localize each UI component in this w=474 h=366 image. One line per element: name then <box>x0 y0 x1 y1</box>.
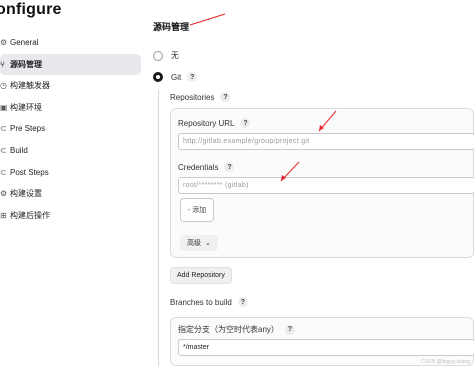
section-title-scm: 源码管理 <box>153 22 190 32</box>
sidebar-item-label: 构建设置 <box>10 189 42 199</box>
settings-icon: ⚙ <box>0 189 8 199</box>
branch-specifier-label-text: 指定分支（为空时代表any） <box>178 325 279 334</box>
code-branch-icon: ⑂ <box>0 59 5 69</box>
chevron-down-icon: ⌄ <box>205 240 211 247</box>
gear-icon: ⚙ <box>0 38 8 47</box>
scm-option-git[interactable]: Git ? <box>153 72 198 82</box>
credentials-label-text: Credentials <box>178 162 219 172</box>
scm-option-none[interactable]: 无 <box>153 50 179 61</box>
help-icon[interactable]: ? <box>240 118 251 128</box>
advanced-button[interactable]: 高级 ⌄ <box>180 235 218 251</box>
repository-url-input[interactable]: http://gitlab.example/group/project.git <box>178 133 474 150</box>
environment-icon: ▣ <box>0 102 8 112</box>
sidebar-item-post-steps[interactable]: ⊂ Post Steps <box>0 162 141 183</box>
help-icon[interactable]: ? <box>284 324 295 335</box>
sidebar-item-label: 源码管理 <box>10 59 42 69</box>
advanced-label: 高级 <box>187 240 201 247</box>
sidebar-item-label: Pre Steps <box>10 124 46 134</box>
sidebar-item-triggers[interactable]: ◷ 构建触发器 <box>0 75 141 96</box>
radio-none-label: 无 <box>171 51 179 60</box>
sidebar-item-post-build[interactable]: ⊞ 构建后操作 <box>0 205 141 226</box>
sidebar-item-environment[interactable]: ▣ 构建环境 <box>0 97 141 118</box>
git-section-rail <box>158 90 159 366</box>
sidebar-item-label: 构建后操作 <box>10 210 50 220</box>
branches-label-text: Branches to build <box>170 297 232 307</box>
add-credentials-button[interactable]: - 添加 <box>180 198 214 222</box>
help-icon[interactable]: ? <box>187 72 198 82</box>
help-icon[interactable]: ? <box>224 162 235 172</box>
main-content: 源码管理 无 Git ? Repositories ? Repository U… <box>150 0 474 366</box>
repositories-label-text: Repositories <box>170 92 215 102</box>
sidebar-item-label: Build <box>10 145 28 155</box>
add-repository-button[interactable]: Add Repository <box>170 267 232 284</box>
sidebar-item-scm[interactable]: ⑂ 源码管理 <box>0 53 141 75</box>
credentials-label: Credentials ? <box>178 162 235 172</box>
repository-url-label-text: Repository URL <box>178 118 235 128</box>
sidebar-item-build-settings[interactable]: ⚙ 构建设置 <box>0 183 141 204</box>
clock-icon: ◷ <box>0 81 7 91</box>
sidebar-item-label: 构建触发器 <box>10 81 50 91</box>
repositories-label: Repositories ? <box>170 92 231 102</box>
sidebar-item-label: Post Steps <box>10 167 49 177</box>
key-icon: - <box>187 206 191 214</box>
sidebar: ⚙ General ⑂ 源码管理 ◷ 构建触发器 ▣ 构建环境 ⊂ Pre Steps ⊂… <box>0 32 141 226</box>
post-build-icon: ⊞ <box>0 210 7 220</box>
pre-steps-icon: ⊂ <box>0 124 7 134</box>
credentials-select[interactable]: root/******** (gitlab) <box>178 177 474 194</box>
branches-label: Branches to build ? <box>170 297 248 307</box>
sidebar-item-label: 构建环境 <box>10 102 42 112</box>
page-title: onfigure <box>0 1 62 18</box>
branch-specifier-input[interactable]: */master <box>178 339 474 356</box>
sidebar-item-build[interactable]: ⊂ Build <box>0 140 141 161</box>
sidebar-item-pre-steps[interactable]: ⊂ Pre Steps <box>0 118 141 139</box>
build-icon: ⊂ <box>0 145 7 155</box>
radio-none[interactable] <box>153 50 163 61</box>
sidebar-item-label: General <box>10 38 39 47</box>
watermark: CSDN @lingyq-zhang <box>421 359 470 365</box>
branch-specifier-label: 指定分支（为空时代表any） ? <box>178 324 295 335</box>
radio-git-label: Git <box>171 72 182 82</box>
sidebar-item-general[interactable]: ⚙ General <box>0 32 141 53</box>
post-steps-icon: ⊂ <box>0 167 7 177</box>
add-credentials-label: 添加 <box>192 207 207 214</box>
help-icon[interactable]: ? <box>237 297 248 307</box>
radio-git[interactable] <box>153 72 163 82</box>
repository-url-label: Repository URL ? <box>178 118 251 128</box>
help-icon[interactable]: ? <box>220 92 231 102</box>
